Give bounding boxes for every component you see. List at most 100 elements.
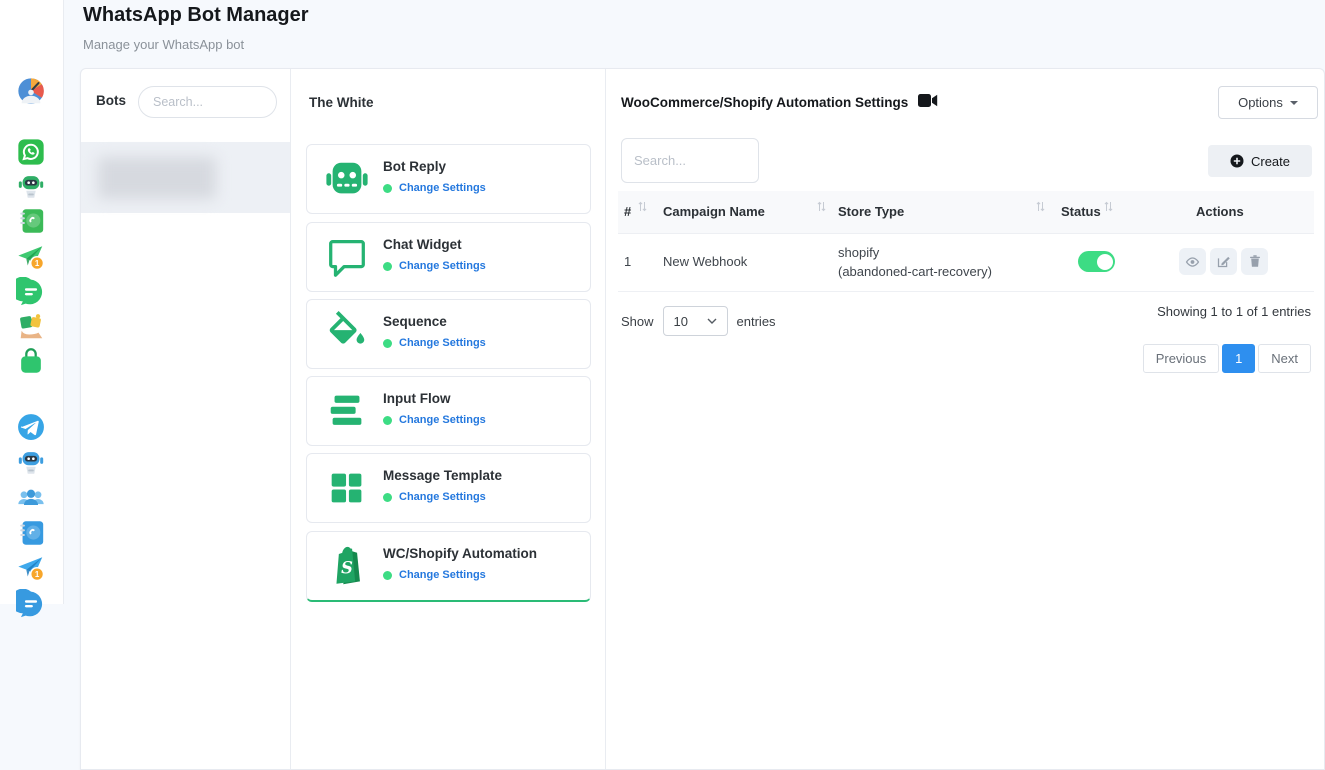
change-settings-link[interactable]: Change Settings [399,414,486,426]
table-header: # Campaign Name Store Type Status Action… [618,191,1314,234]
settings-panel-title-text: WooCommerce/Shopify Automation Settings [621,95,908,110]
plus-circle-icon [1230,154,1244,168]
whatsapp-campaign-icon[interactable]: 1 [16,242,46,272]
card-wc-shopify-automation[interactable]: S WC/Shopify Automation Change Settings [306,531,591,602]
shopify-letter: S [341,559,353,578]
bots-panel-label: Bots [96,93,126,108]
card-title: Sequence [383,314,447,329]
bot-list-item-selected[interactable] [81,142,290,213]
bots-search-input[interactable] [138,86,277,118]
column-header-campaign[interactable]: Campaign Name [663,191,765,233]
whatsapp-contacts-icon[interactable] [16,206,46,236]
change-settings-link[interactable]: Change Settings [399,182,486,194]
card-input-flow[interactable]: Input Flow Change Settings [306,376,591,446]
whatsapp-bot-manager-page: { "page": { "title": "WhatsApp Bot Manag… [0,0,1325,604]
table-row: 1 New Webhook shopify (abandoned-cart-re… [618,233,1314,292]
create-button-label: Create [1251,154,1290,169]
row-store-type: shopify (abandoned-cart-recovery) [838,243,992,281]
previous-page-button[interactable]: Previous [1143,344,1220,373]
delete-button[interactable] [1241,248,1268,275]
card-title: Message Template [383,468,502,483]
telegram-bot-icon[interactable] [16,447,46,477]
row-campaign-name: New Webhook [663,254,747,269]
integrations-icon[interactable] [16,312,46,342]
store-bag-icon[interactable] [16,346,46,376]
card-title: Input Flow [383,391,450,406]
page-subtitle: Manage your WhatsApp bot [83,37,244,52]
sequence-icon [324,311,370,357]
sort-icon[interactable] [817,199,826,217]
bot-name-redacted [98,157,216,199]
card-title: Bot Reply [383,159,446,174]
page-number: 1 [1235,351,1242,366]
store-type-line2: (abandoned-cart-recovery) [838,264,992,279]
bot-reply-icon [324,156,370,202]
message-template-icon [324,465,370,511]
sort-icon[interactable] [638,199,647,217]
sort-icon[interactable] [1104,199,1113,217]
card-message-template[interactable]: Message Template Change Settings [306,453,591,523]
table-search-input[interactable] [621,138,759,183]
dashboard-gauge-icon[interactable] [16,76,46,106]
column-divider [290,69,291,769]
change-settings-link[interactable]: Change Settings [399,337,486,349]
change-settings-link[interactable]: Change Settings [399,260,486,272]
show-label: Show [621,314,654,329]
page-size-value: 10 [674,314,688,329]
card-sequence[interactable]: Sequence Change Settings [306,299,591,369]
change-settings-link[interactable]: Change Settings [399,491,486,503]
row-num: 1 [624,254,631,269]
shopify-icon: S [324,543,370,589]
telegram-contacts-icon[interactable] [16,518,46,548]
telegram-chat-icon[interactable] [16,589,46,619]
whatsapp-icon[interactable] [16,137,46,167]
next-page-button[interactable]: Next [1258,344,1311,373]
column-header-num[interactable]: # [624,191,631,233]
card-title: Chat Widget [383,237,462,252]
telegram-campaign-icon[interactable]: 1 [16,553,46,583]
card-chat-widget[interactable]: Chat Widget Change Settings [306,222,591,292]
store-type-line1: shopify [838,245,879,260]
edit-button[interactable] [1210,248,1237,275]
chevron-down-icon [1290,101,1298,105]
whatsapp-chat-icon[interactable] [16,277,46,307]
next-label: Next [1271,351,1298,366]
status-dot [383,571,392,580]
video-tutorial-icon[interactable] [918,94,938,110]
icon-sidebar: 1 1 [0,0,64,604]
chevron-down-icon [707,318,717,324]
campaign-badge-count: 1 [35,570,40,579]
card-bot-reply[interactable]: Bot Reply Change Settings [306,144,591,214]
telegram-group-icon[interactable] [16,483,46,513]
settings-panel-title: WooCommerce/Shopify Automation Settings [621,94,938,110]
page-1-button[interactable]: 1 [1222,344,1255,373]
create-button[interactable]: Create [1208,145,1312,177]
entries-label: entries [737,314,776,329]
page-size-control: Show 10 entries [621,306,776,336]
main-card: Bots The White Bot Reply Change Settings… [80,68,1325,770]
page-size-select[interactable]: 10 [663,306,728,336]
status-dot [383,262,392,271]
view-button[interactable] [1179,248,1206,275]
status-toggle-on[interactable] [1078,251,1115,272]
automation-settings-panel: WooCommerce/Shopify Automation Settings … [606,69,1324,769]
telegram-icon[interactable] [16,412,46,442]
status-dot [383,416,392,425]
whatsapp-bot-icon[interactable] [16,171,46,201]
column-header-actions: Actions [1196,191,1244,233]
pagination: Previous 1 Next [1143,344,1311,373]
selected-bot-name: The White [309,95,374,110]
chat-widget-icon [324,234,370,280]
card-title: WC/Shopify Automation [383,546,537,561]
input-flow-icon [324,388,370,434]
status-dot [383,339,392,348]
page-title: WhatsApp Bot Manager [83,4,309,27]
column-header-status[interactable]: Status [1061,191,1101,233]
column-header-store[interactable]: Store Type [838,191,904,233]
options-button[interactable]: Options [1218,86,1318,119]
campaign-badge-count: 1 [35,259,40,268]
status-dot [383,493,392,502]
sort-icon[interactable] [1036,199,1045,217]
options-button-label: Options [1238,95,1283,110]
change-settings-link[interactable]: Change Settings [399,569,486,581]
